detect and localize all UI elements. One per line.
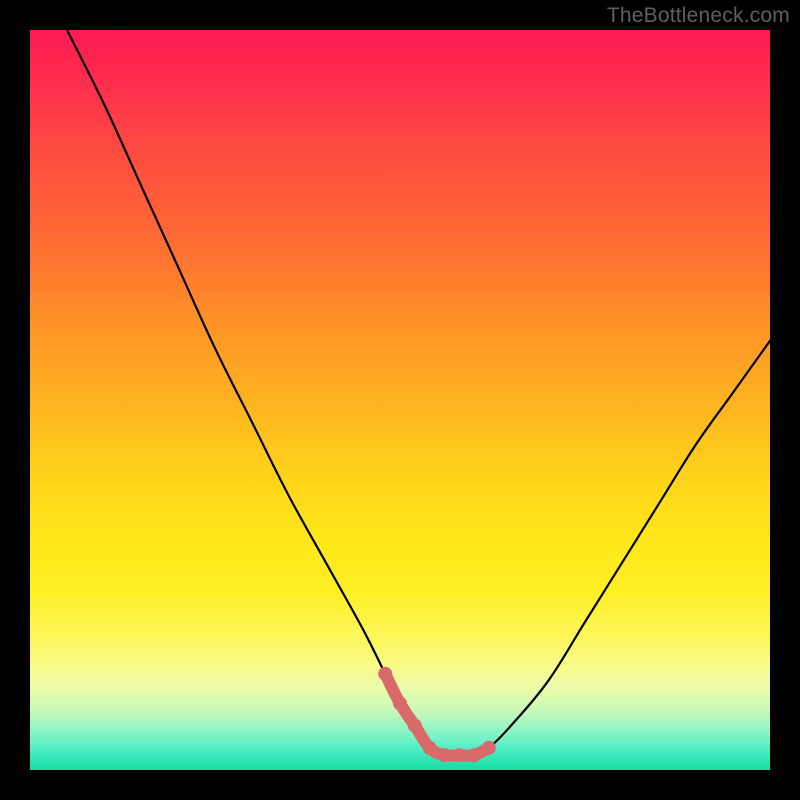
highlight-dot xyxy=(423,741,437,755)
curve-line xyxy=(67,30,770,756)
chart-svg xyxy=(30,30,770,770)
watermark-text: TheBottleneck.com xyxy=(607,4,790,28)
highlight-dot xyxy=(452,748,466,762)
highlight-dot xyxy=(378,667,392,681)
highlight-dot xyxy=(408,719,422,733)
highlight-dot xyxy=(467,748,481,762)
chart-frame: TheBottleneck.com xyxy=(0,0,800,800)
plot-area xyxy=(30,30,770,770)
highlight-dot xyxy=(393,696,407,710)
highlight-segment xyxy=(378,667,496,762)
highlight-dot xyxy=(437,748,451,762)
highlight-dot xyxy=(482,741,496,755)
